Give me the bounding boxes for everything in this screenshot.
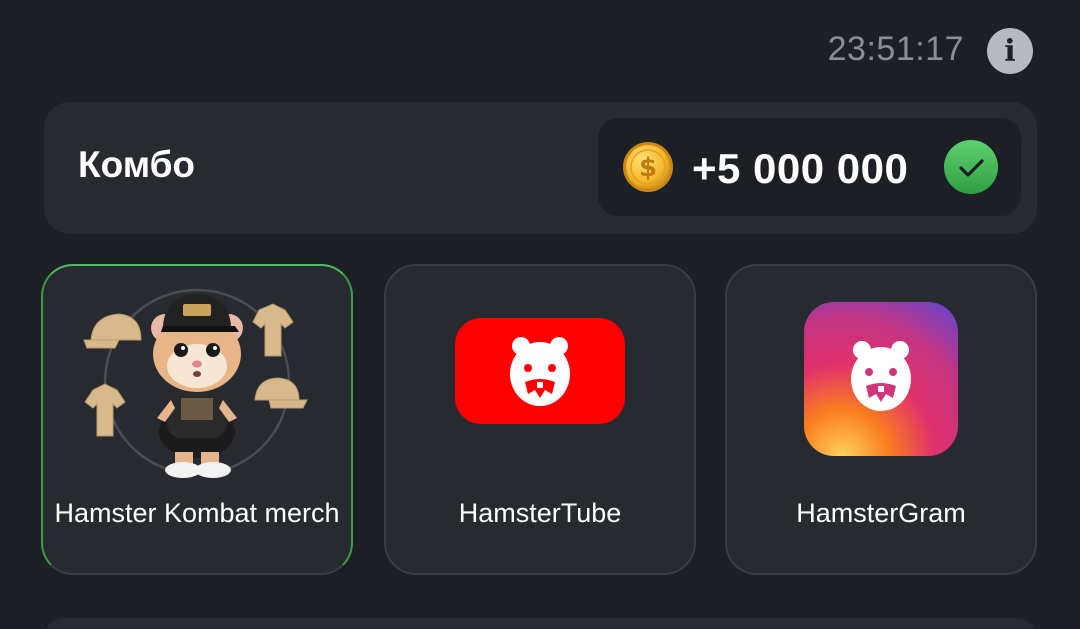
reward-amount: +5 000 000 (692, 145, 909, 192)
hamstergram-logo-icon (804, 302, 958, 456)
combo-bar: Комбо $ +5 000 000 (44, 102, 1037, 234)
combo-title: Комбо (78, 144, 196, 185)
hamstertube-logo-icon (455, 318, 625, 424)
coin-icon: $ (623, 142, 673, 192)
hamster-merch-image (83, 288, 308, 478)
card-label-hamstertube: HamsterTube (458, 498, 622, 528)
combo-card-hamstergram[interactable]: HamsterGram (725, 264, 1037, 575)
combo-card-merch[interactable]: Hamster Kombat merch (41, 264, 353, 575)
daily-combo-screen: 23:51:17 i Комбо $ +5 000 000 Hamster Ko… (0, 0, 1080, 629)
card-label-merch: Hamster Kombat merch (54, 498, 340, 528)
card-label-hamstergram: HamsterGram (796, 498, 966, 528)
next-section-panel (44, 618, 1037, 629)
combo-card-hamstertube[interactable]: HamsterTube (384, 264, 696, 575)
countdown-timer: 23:51:17 (827, 30, 964, 68)
combo-reward: $ +5 000 000 (598, 118, 1021, 216)
svg-text:$: $ (639, 153, 657, 183)
info-icon[interactable]: i (987, 28, 1033, 74)
check-icon (944, 140, 998, 194)
